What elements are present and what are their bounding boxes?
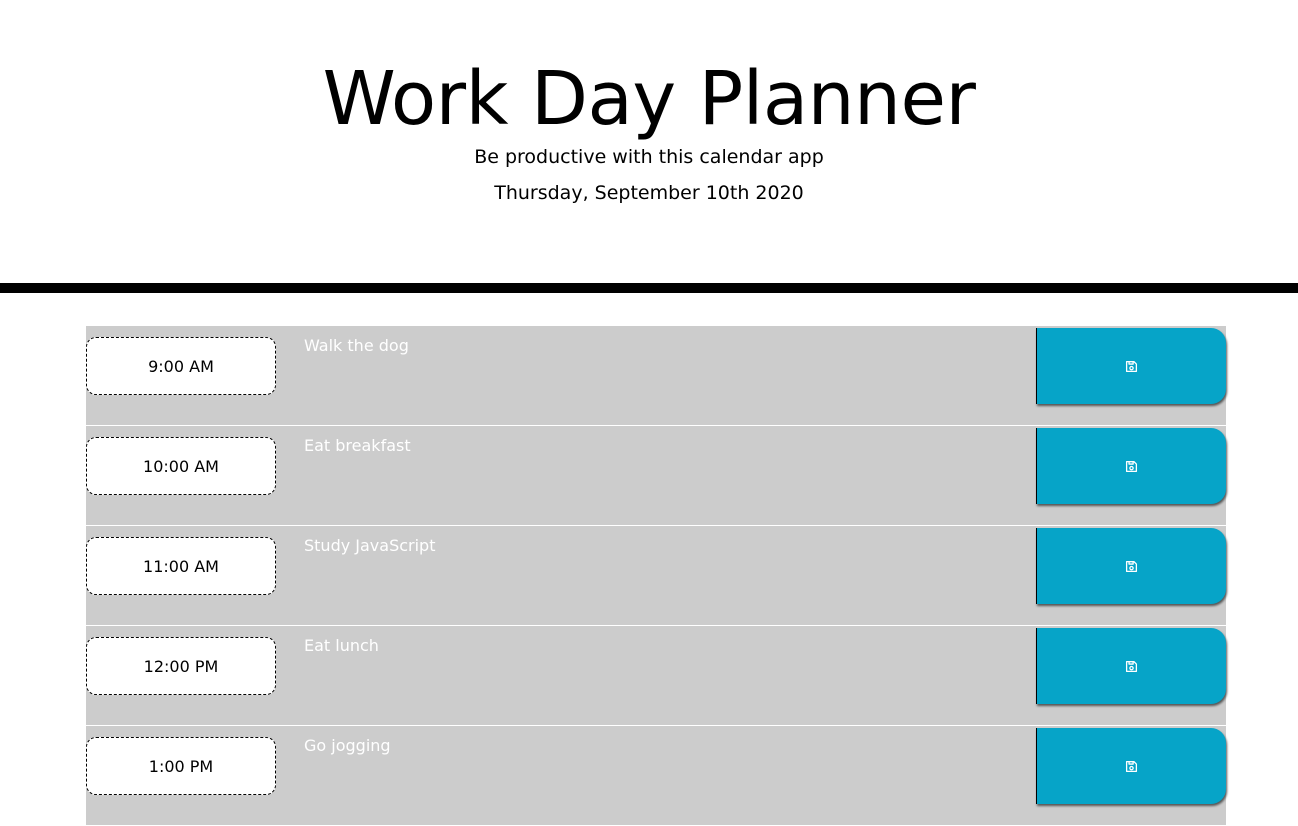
description-textarea[interactable]: Eat lunch [290,626,1036,725]
save-icon [1125,660,1138,673]
save-button[interactable] [1036,528,1226,604]
time-block-list: 9:00 AM Walk the dog 10:00 AM Eat breakf… [86,326,1226,826]
current-day: Thursday, September 10th 2020 [494,182,804,204]
time-block-row: 9:00 AM Walk the dog [86,326,1226,426]
hour-label: 11:00 AM [86,537,276,595]
time-block-row: 12:00 PM Eat lunch [86,626,1226,726]
hour-label: 10:00 AM [86,437,276,495]
save-icon [1125,560,1138,573]
save-button[interactable] [1036,428,1226,504]
time-block-row: 11:00 AM Study JavaScript [86,526,1226,626]
description-textarea[interactable]: Go jogging [290,726,1036,825]
hour-label: 12:00 PM [86,637,276,695]
save-icon [1125,460,1138,473]
header-divider [0,283,1298,293]
header: Work Day Planner Be productive with this… [0,0,1298,283]
save-button[interactable] [1036,728,1226,804]
page-title: Work Day Planner [322,56,976,142]
save-button[interactable] [1036,628,1226,704]
description-textarea[interactable]: Study JavaScript [290,526,1036,625]
description-textarea[interactable]: Walk the dog [290,326,1036,425]
hour-label: 9:00 AM [86,337,276,395]
save-button[interactable] [1036,328,1226,404]
save-icon [1125,360,1138,373]
save-icon [1125,760,1138,773]
description-textarea[interactable]: Eat breakfast [290,426,1036,525]
time-block-row: 10:00 AM Eat breakfast [86,426,1226,526]
hour-label: 1:00 PM [86,737,276,795]
time-block-row: 1:00 PM Go jogging [86,726,1226,826]
page-subtitle: Be productive with this calendar app [474,146,824,168]
